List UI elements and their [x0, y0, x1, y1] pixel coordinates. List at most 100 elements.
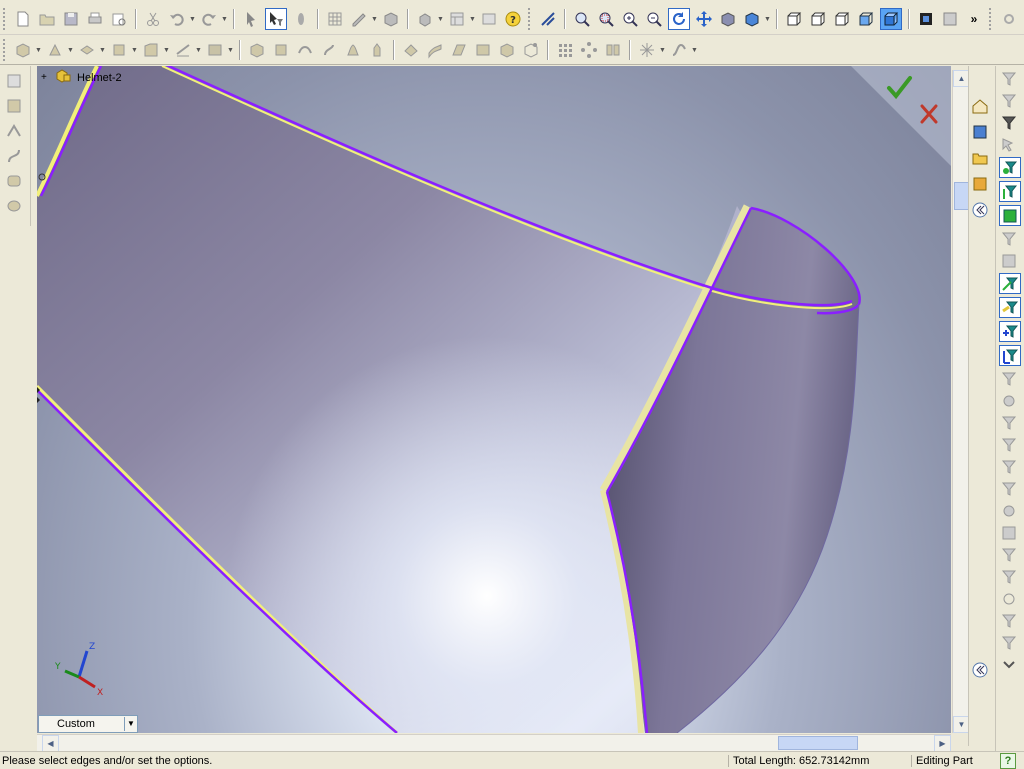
surface-sweep-icon[interactable] — [295, 40, 315, 60]
filter-clear-icon[interactable] — [999, 91, 1019, 110]
sweep-dropdown-icon[interactable]: ▼ — [99, 47, 106, 54]
feature-tree-root[interactable]: + Helmet-2 — [41, 69, 122, 86]
home-icon[interactable] — [970, 96, 990, 116]
iso-view-icon[interactable] — [880, 8, 902, 30]
thicken-icon[interactable] — [425, 40, 445, 60]
chevron-down-icon[interactable]: ▼ — [124, 717, 137, 731]
untrim-surface-icon[interactable] — [497, 40, 517, 60]
filter-points-icon[interactable] — [999, 321, 1021, 342]
zoom-out-icon[interactable] — [644, 9, 664, 29]
zoom-fit-icon[interactable] — [572, 9, 592, 29]
horizontal-scrollbar[interactable]: ◀ ▶ — [37, 734, 951, 752]
surface-extrude-icon[interactable] — [247, 40, 267, 60]
layout-dropdown-icon[interactable]: ▼ — [469, 16, 476, 23]
options-dropdown-icon[interactable]: ▼ — [437, 16, 444, 23]
tree-expander[interactable]: + — [41, 72, 49, 83]
undo-icon[interactable] — [167, 9, 187, 29]
filter-toggle-icon[interactable] — [999, 69, 1019, 88]
filter-center-mark-icon[interactable] — [999, 589, 1019, 608]
graphics-area[interactable]: + Helmet-2 Z Y X Custom ▼ — [37, 66, 951, 733]
reference-dropdown-icon[interactable]: ▼ — [659, 47, 666, 54]
filter-axes-icon[interactable] — [999, 273, 1021, 294]
help-icon[interactable]: ? — [1000, 752, 1016, 769]
fillet-icon[interactable] — [141, 40, 161, 60]
extrude-icon[interactable] — [13, 40, 33, 60]
rotate-icon[interactable] — [668, 8, 690, 30]
filter-hole-icon[interactable] — [999, 633, 1019, 652]
zoom-in-icon[interactable] — [620, 9, 640, 29]
print-preview-icon[interactable] — [109, 9, 129, 29]
trim-surface-icon[interactable] — [449, 40, 469, 60]
sketch-dropdown-icon[interactable]: ▼ — [371, 16, 378, 23]
display-style-dropdown-icon[interactable]: ▼ — [764, 16, 771, 23]
vertical-scrollbar[interactable]: ▲ ▼ — [952, 70, 970, 733]
chamfer-dropdown-icon[interactable]: ▼ — [195, 47, 202, 54]
property-manager-icon[interactable] — [4, 96, 24, 116]
settings-icon[interactable] — [999, 9, 1019, 29]
toolbar-overflow-icon[interactable]: » — [964, 9, 984, 29]
toolbar-grip[interactable] — [528, 8, 533, 30]
view-orientation-select[interactable]: Custom ▼ — [38, 715, 138, 733]
fillet-dropdown-icon[interactable]: ▼ — [163, 47, 170, 54]
pan-icon[interactable] — [694, 9, 714, 29]
surface-revolve-icon[interactable] — [271, 40, 291, 60]
mirror-icon[interactable] — [603, 40, 623, 60]
expand-pane-icon[interactable] — [970, 660, 990, 680]
knit-icon[interactable] — [401, 40, 421, 60]
filter-surface-finish-icon[interactable] — [999, 567, 1019, 586]
replace-face-icon[interactable] — [521, 40, 541, 60]
table-icon[interactable] — [479, 9, 499, 29]
design-library-icon[interactable] — [970, 148, 990, 168]
curve-dropdown-icon[interactable]: ▼ — [691, 47, 698, 54]
filter-faces-icon[interactable] — [999, 205, 1021, 226]
revolve-icon[interactable] — [45, 40, 65, 60]
cut-icon[interactable] — [143, 9, 163, 29]
model-surface[interactable] — [37, 66, 951, 733]
new-icon[interactable] — [13, 9, 33, 29]
boundary-surface-icon[interactable] — [343, 40, 363, 60]
grid-icon[interactable] — [325, 9, 345, 29]
undo-dropdown-icon[interactable]: ▼ — [189, 16, 196, 23]
filter-datum-icon[interactable] — [999, 457, 1019, 476]
extend-surface-icon[interactable] — [473, 40, 493, 60]
left-view-icon[interactable] — [832, 9, 852, 29]
filter-balloon-icon[interactable] — [999, 501, 1019, 520]
filter-more-icon[interactable] — [999, 655, 1019, 674]
shell-dropdown-icon[interactable]: ▼ — [227, 47, 234, 54]
filter-planes-icon[interactable] — [999, 297, 1021, 318]
chamfer-icon[interactable] — [173, 40, 193, 60]
sweep-icon[interactable] — [77, 40, 97, 60]
horizontal-scroll-thumb[interactable] — [778, 736, 858, 750]
sketch-tools-icon[interactable] — [4, 121, 24, 141]
curves-icon[interactable] — [4, 146, 24, 166]
circular-pattern-icon[interactable] — [579, 40, 599, 60]
scroll-right-arrow[interactable]: ▶ — [934, 735, 951, 752]
open-icon[interactable] — [37, 9, 57, 29]
filter-vertices-icon[interactable] — [999, 157, 1021, 178]
scroll-left-arrow[interactable]: ◀ — [42, 735, 59, 752]
print-icon[interactable] — [85, 9, 105, 29]
select-filter-icon[interactable] — [265, 8, 287, 30]
filter-annotations-icon[interactable] — [999, 369, 1019, 388]
mold-tools-icon[interactable] — [4, 196, 24, 216]
wireframe-icon[interactable] — [916, 9, 936, 29]
shell-icon[interactable] — [205, 40, 225, 60]
toolbar-grip[interactable] — [3, 39, 8, 61]
display-style-icon[interactable] — [742, 9, 762, 29]
filter-routing-icon[interactable] — [999, 611, 1019, 630]
toolbar-grip[interactable] — [3, 8, 8, 30]
layout-icon[interactable] — [447, 9, 467, 29]
filter-sketch-segments-icon[interactable] — [999, 345, 1021, 366]
filter-notes-icon[interactable] — [999, 413, 1019, 432]
3d-pointer-icon[interactable] — [291, 9, 311, 29]
extrude-dropdown-icon[interactable]: ▼ — [35, 47, 42, 54]
offset-surface-icon[interactable] — [367, 40, 387, 60]
feature-manager-icon[interactable] — [4, 71, 24, 91]
linear-pattern-icon[interactable] — [555, 40, 575, 60]
reference-point-icon[interactable] — [637, 40, 657, 60]
surface-loft-icon[interactable] — [319, 40, 339, 60]
loft-icon[interactable] — [109, 40, 129, 60]
right-view-icon[interactable] — [856, 9, 876, 29]
filter-pointer-icon[interactable] — [999, 135, 1019, 154]
filter-weld-icon[interactable] — [999, 479, 1019, 498]
